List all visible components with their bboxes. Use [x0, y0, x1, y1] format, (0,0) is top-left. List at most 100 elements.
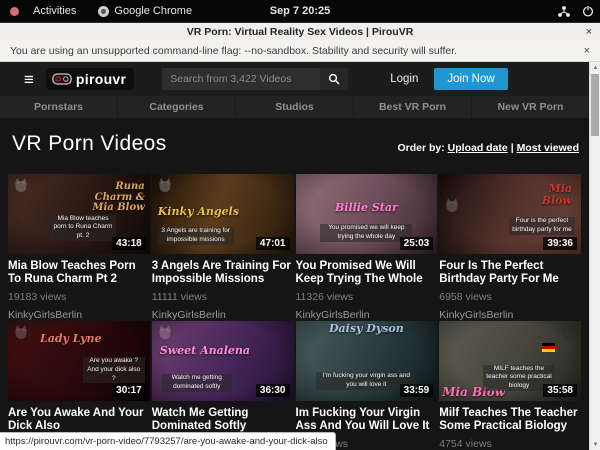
page-title: VR Porn Videos [12, 132, 167, 156]
site-logo-text: pirouvr [76, 71, 126, 87]
thumbnail-caption: Four is the perfect birthday party for m… [509, 217, 575, 235]
scrollbar[interactable]: ▲ ▼ [589, 62, 600, 450]
studio-cat-logo-icon [13, 325, 29, 344]
page-head: VR Porn Videos Order by: Upload date | M… [0, 118, 589, 174]
activities-button[interactable]: Activities [25, 0, 84, 22]
studio-cat-logo-icon [416, 325, 432, 344]
video-thumbnail[interactable]: Mia Blow Four is the perfect birthday pa… [439, 174, 581, 254]
video-thumbnail[interactable]: Lady Lyne Are you awake ? And your dick … [8, 321, 150, 401]
german-flag [542, 343, 555, 352]
video-views: 19183 views [8, 291, 150, 303]
duration-badge: 25:03 [400, 237, 434, 250]
status-url-bubble: https://pirouvr.com/vr-porn-video/779325… [0, 432, 336, 450]
video-thumbnail[interactable]: Runa Charm & Mia Blow Mia Blow teaches p… [8, 174, 150, 254]
nav-item-new-vr[interactable]: New VR Porn [472, 96, 589, 118]
video-thumbnail[interactable]: Daisy Dyson I'm fucking your virgin ass … [296, 321, 438, 401]
duration-badge: 30:17 [112, 384, 146, 397]
activities-label: Activities [33, 5, 76, 17]
app-menu-label: Google Chrome [114, 5, 192, 17]
network-icon[interactable] [558, 6, 570, 17]
scroll-down-icon[interactable]: ▼ [590, 439, 600, 450]
studio-cat-logo-icon [560, 325, 576, 344]
join-now-button[interactable]: Join Now [434, 68, 507, 90]
video-title[interactable]: Im Fucking Your Virgin Ass And You Will … [296, 407, 438, 433]
scrollbar-thumb[interactable] [591, 74, 599, 136]
infobar-message: You are using an unsupported command-lin… [0, 45, 457, 57]
vr-goggles-icon [52, 73, 72, 85]
video-thumbnail[interactable]: Sweet Analena Watch me getting dominated… [152, 321, 294, 401]
order-by-label: Order by: [397, 142, 444, 154]
video-card[interactable]: Runa Charm & Mia Blow Mia Blow teaches p… [8, 174, 150, 321]
video-card[interactable]: Daisy Dyson I'm fucking your virgin ass … [296, 321, 438, 450]
duration-badge: 43:18 [112, 237, 146, 250]
video-card[interactable]: Lady Lyne Are you awake ? And your dick … [8, 321, 150, 450]
thumbnail-caption: Are you awake ? And your dick also ? [83, 357, 145, 383]
order-most-viewed-link[interactable]: Most viewed [517, 142, 579, 154]
video-thumbnail[interactable]: Mia Blow MILF teaches the teacher some p… [439, 321, 581, 401]
thumbnail-overlay-name: Sweet Analena [160, 345, 250, 357]
studio-cat-logo-icon [444, 198, 460, 217]
studio-cat-logo-icon [13, 178, 29, 197]
thumbnail-overlay-name: Lady Lyne [40, 333, 102, 345]
video-title[interactable]: Mia Blow Teaches Porn To Runa Charm Pt 2 [8, 260, 150, 286]
video-views: 4754 views [439, 438, 581, 450]
nav-item-best-vr[interactable]: Best VR Porn [354, 96, 472, 118]
nav-item-studios[interactable]: Studios [236, 96, 354, 118]
order-upload-date-link[interactable]: Upload date [448, 142, 508, 154]
screen: Activities Google Chrome Sep 7 20:25 VR … [0, 0, 600, 450]
browser-tab-bar: VR Porn: Virtual Reality Sex Videos | Pi… [0, 22, 600, 40]
login-link[interactable]: Login [390, 73, 418, 85]
studio-cat-logo-icon [157, 325, 173, 344]
site-header: ≡ pirouvr Login Join Now [0, 62, 589, 96]
video-title[interactable]: Milf Teaches The Teacher Some Practical … [439, 407, 581, 433]
thumbnail-overlay-name: Daisy Dyson [326, 323, 406, 335]
studio-link[interactable]: KinkyGirlsBerlin [8, 309, 150, 321]
duration-badge: 35:58 [543, 384, 577, 397]
app-menu-button[interactable]: Google Chrome [90, 0, 200, 22]
video-title[interactable]: Are You Awake And Your Dick Also [8, 407, 150, 433]
video-thumbnail[interactable]: Kinky Angels 3 Angels are training for i… [152, 174, 294, 254]
tab-title[interactable]: VR Porn: Virtual Reality Sex Videos | Pi… [187, 26, 414, 38]
power-icon[interactable] [582, 5, 594, 17]
infobar-close-icon[interactable]: × [584, 45, 590, 57]
video-title[interactable]: 3 Angels Are Training For Impossible Mis… [152, 260, 294, 286]
scroll-up-icon[interactable]: ▲ [590, 62, 600, 73]
search-button[interactable] [320, 68, 348, 90]
video-grid: Runa Charm & Mia Blow Mia Blow teaches p… [0, 174, 589, 450]
video-views: 11111 views [152, 291, 294, 303]
video-title[interactable]: Four Is The Perfect Birthday Party For M… [439, 260, 581, 286]
duration-badge: 36:30 [256, 384, 290, 397]
notification-dot-icon [10, 7, 19, 16]
video-views: 11326 views [296, 291, 438, 303]
thumbnail-overlay-name: Kinky Angels [158, 206, 239, 218]
clock[interactable]: Sep 7 20:25 [270, 5, 331, 17]
video-thumbnail[interactable]: Billie Star You promised we will keep tr… [296, 174, 438, 254]
main-nav: Pornstars Categories Studios Best VR Por… [0, 96, 589, 118]
video-views: 6958 views [439, 291, 581, 303]
duration-badge: 39:36 [543, 237, 577, 250]
tab-close-icon[interactable]: × [586, 25, 592, 39]
studio-cat-logo-icon [157, 178, 173, 197]
thumbnail-overlay-name: Runa Charm & Mia Blow [83, 182, 145, 214]
video-card[interactable]: Sweet Analena Watch me getting dominated… [152, 321, 294, 450]
thumbnail-caption: Watch me getting dominated softly [162, 374, 232, 392]
studio-link[interactable]: KinkyGirlsBerlin [152, 309, 294, 321]
thumbnail-overlay-name: Billie Star [335, 202, 398, 214]
video-title[interactable]: You Promised We Will Keep Trying The Who… [296, 260, 438, 286]
nav-item-pornstars[interactable]: Pornstars [0, 96, 118, 118]
search-input[interactable] [162, 68, 320, 90]
thumbnail-caption: Mia Blow teaches porn to Runa Charm pt. … [50, 215, 116, 241]
studio-link[interactable]: KinkyGirlsBerlin [439, 309, 581, 321]
nav-item-categories[interactable]: Categories [118, 96, 236, 118]
video-card[interactable]: Billie Star You promised we will keep tr… [296, 174, 438, 321]
thumbnail-overlay-name: Mia Blow [520, 183, 572, 206]
system-top-bar: Activities Google Chrome Sep 7 20:25 [0, 0, 600, 22]
order-by: Order by: Upload date | Most viewed [397, 142, 579, 154]
video-title[interactable]: Watch Me Getting Dominated Softly [152, 407, 294, 433]
video-card[interactable]: Kinky Angels 3 Angels are training for i… [152, 174, 294, 321]
studio-link[interactable]: KinkyGirlsBerlin [296, 309, 438, 321]
video-card[interactable]: Mia Blow MILF teaches the teacher some p… [439, 321, 581, 450]
video-card[interactable]: Mia Blow Four is the perfect birthday pa… [439, 174, 581, 321]
menu-icon[interactable]: ≡ [24, 71, 34, 88]
site-logo[interactable]: pirouvr [46, 68, 134, 90]
